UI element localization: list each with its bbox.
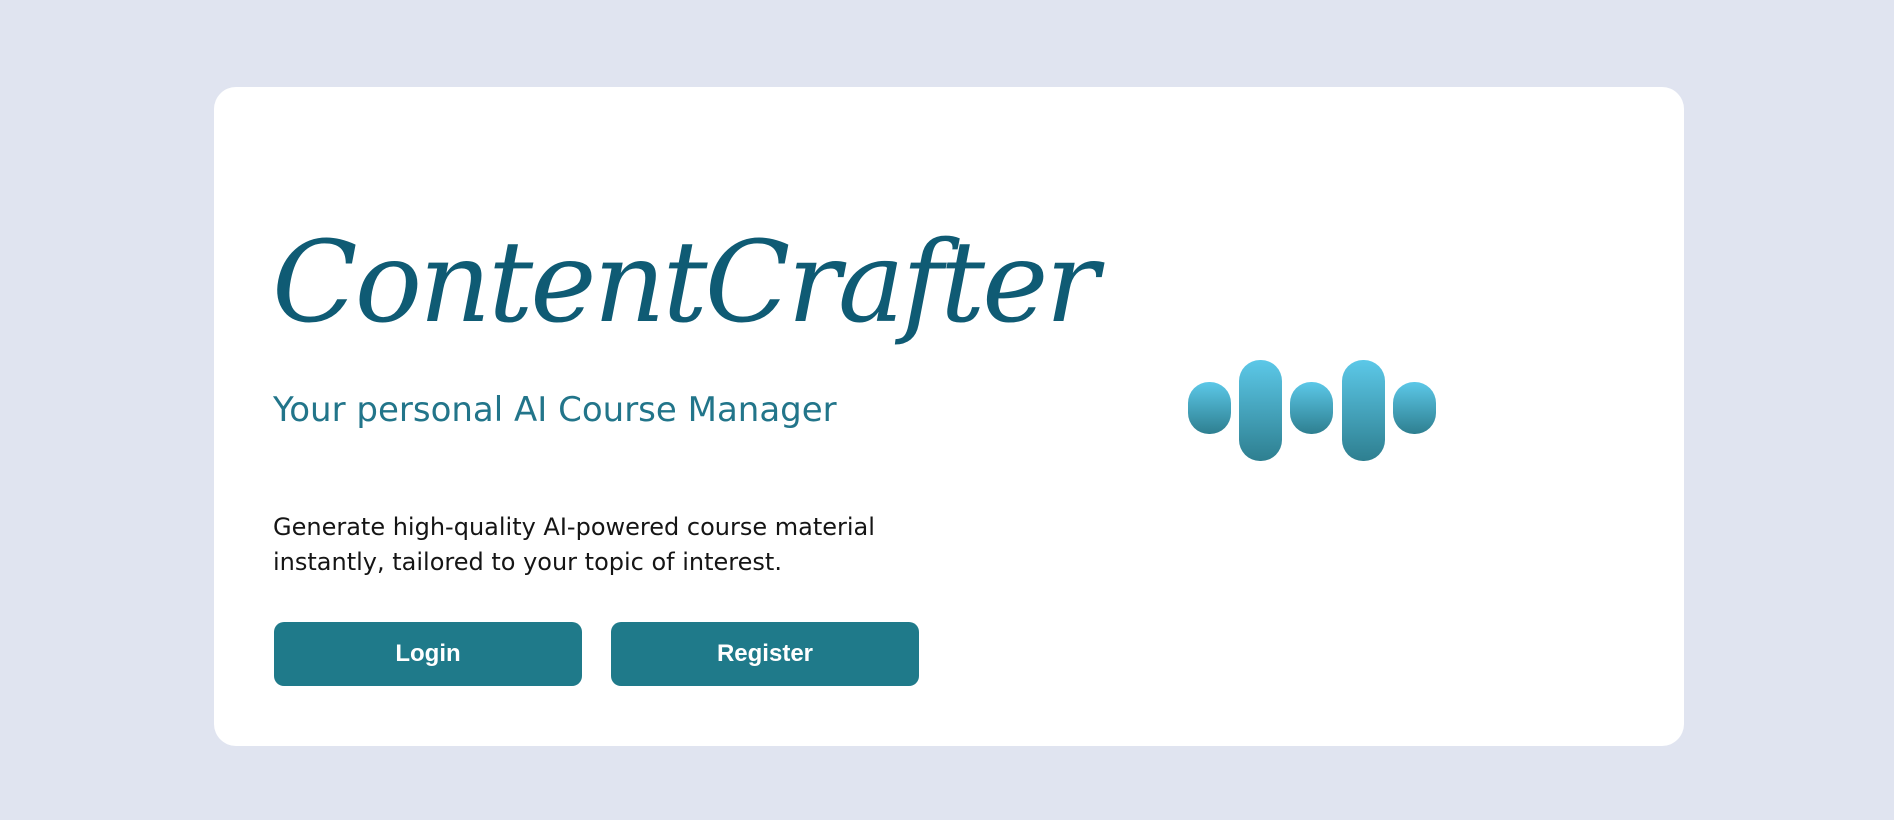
bar-4	[1342, 360, 1385, 461]
bar-3	[1290, 382, 1333, 434]
bar-1	[1188, 382, 1231, 434]
description-text: Generate high-quality AI-powered course …	[273, 513, 875, 576]
welcome-card: ContentCrafter Your personal AI Course M…	[214, 87, 1684, 746]
register-button[interactable]: Register	[611, 622, 919, 686]
bar-2	[1239, 360, 1282, 461]
brand-logo-text: ContentCrafter	[272, 218, 1099, 348]
sound-wave-bars-icon	[1188, 360, 1436, 461]
tagline: Your personal AI Course Manager	[273, 390, 837, 430]
login-button[interactable]: Login	[274, 622, 582, 686]
bar-5	[1393, 382, 1436, 434]
